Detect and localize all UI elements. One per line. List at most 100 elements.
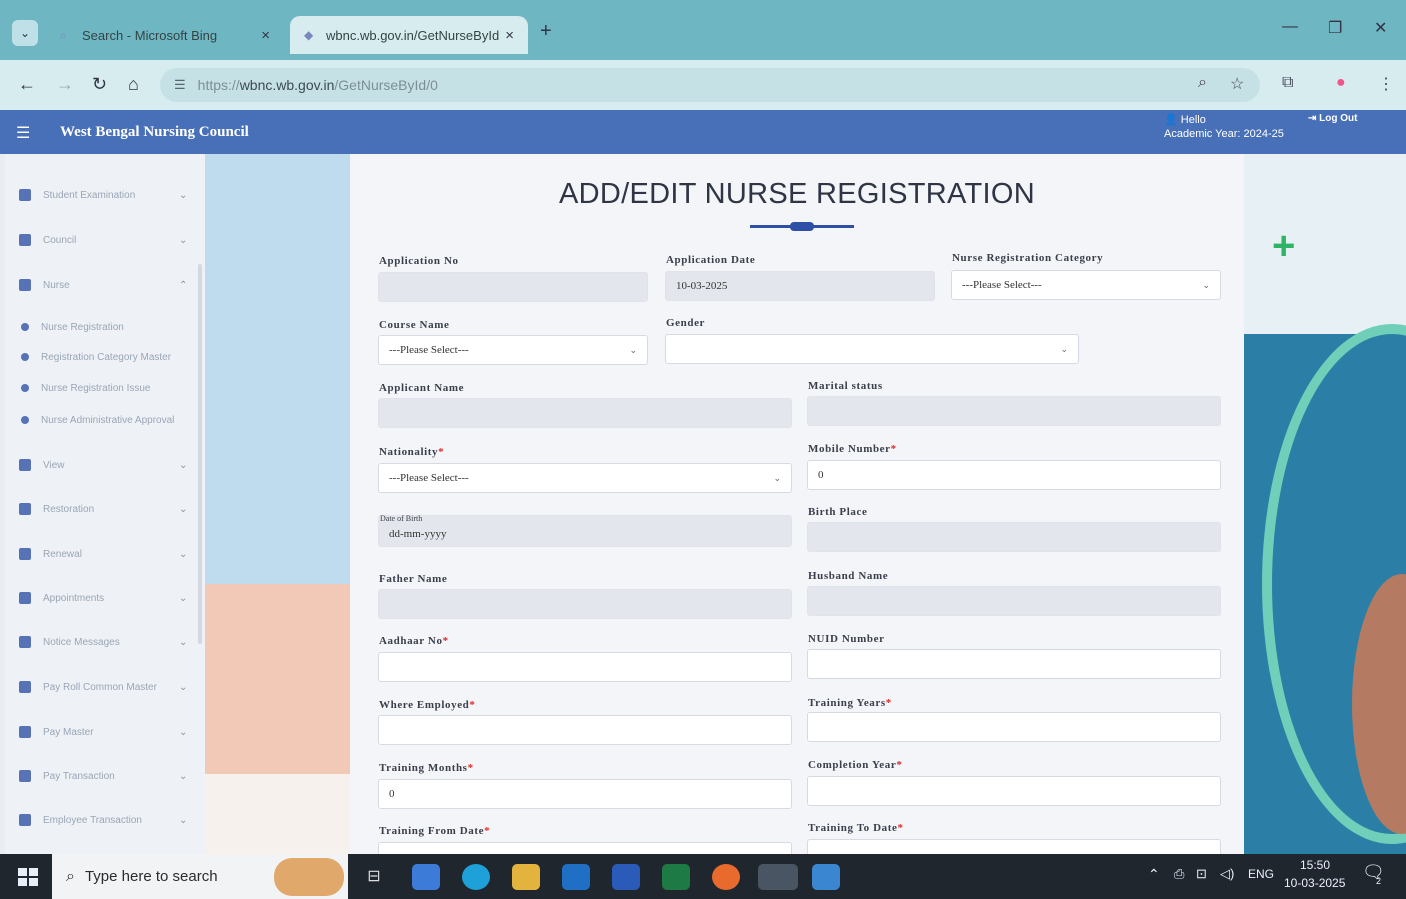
clock-date[interactable]: 10-03-2025 [1284,876,1345,890]
required-mark: * [885,697,892,709]
course-name-select[interactable]: ---Please Select--- ⌄ [378,335,648,365]
gender-select[interactable]: ⌄ [665,334,1079,364]
tray-device-icon[interactable]: ⎙ [1174,866,1184,882]
sidebar-subitem-label: Nurse Administrative Approval [41,414,175,426]
birth-place-label: Birth Place [808,506,868,518]
nuid-number-field[interactable] [807,649,1221,679]
sidebar-subitem-registration-category[interactable]: Registration Category Master [5,345,195,369]
father-name-field[interactable] [378,589,792,619]
sidebar-subitem-registration-issue[interactable]: Nurse Registration Issue [5,376,195,400]
copilot-icon[interactable] [412,864,440,890]
network-icon[interactable]: ⊡ [1196,866,1207,882]
address-bar[interactable]: ☰ https:// wbnc.wb.gov.in /GetNurseById/… [160,68,1260,102]
completion-year-field[interactable] [807,776,1221,806]
more-menu-icon[interactable]: ⋮ [1378,74,1394,94]
sidebar-item-restoration[interactable]: Restoration ⌄ [5,494,195,524]
user-greeting[interactable]: 👤 Hello [1164,113,1206,126]
chevron-down-icon: ⌄ [179,189,188,201]
nationality-select[interactable]: ---Please Select--- ⌄ [378,463,792,493]
file-explorer-icon[interactable] [512,864,540,890]
new-tab-button[interactable]: + [540,20,552,43]
back-icon[interactable]: ← [18,74,36,95]
training-months-value: 0 [389,788,395,800]
profile-avatar[interactable]: ● [1336,74,1346,92]
language-indicator[interactable]: ENG [1248,867,1274,881]
clock-time[interactable]: 15:50 [1300,858,1330,872]
edge-icon[interactable] [462,864,490,890]
sidebar-item-employee-transaction[interactable]: Employee Transaction ⌄ [5,805,195,835]
chrome-icon[interactable] [758,864,798,890]
close-icon[interactable]: × [505,27,514,44]
outlook-icon[interactable] [562,864,590,890]
sidebar-item-label: Student Examination [43,189,136,201]
tray-overflow-icon[interactable]: ⌃ [1148,866,1160,883]
windows-start-icon[interactable] [18,868,38,886]
hamburger-menu-icon[interactable]: ☰ [16,123,30,143]
notification-icon[interactable]: 🗨 [1362,862,1385,883]
extensions-icon[interactable]: ⧉ [1282,74,1293,92]
reload-icon[interactable]: ↻ [92,74,107,95]
star-icon[interactable]: ☆ [1230,74,1244,94]
volume-icon[interactable]: ◁) [1220,866,1234,882]
training-months-label: Training Months* [379,762,474,774]
restore-icon[interactable]: ❐ [1328,18,1342,38]
sidebar-subitem-nurse-registration[interactable]: Nurse Registration [5,315,195,339]
sidebar-item-pay-transaction[interactable]: Pay Transaction ⌄ [5,761,195,791]
background-light [1242,154,1406,334]
taskbar-search-input[interactable]: ⌕ Type here to search [52,854,348,899]
aadhaar-no-field[interactable] [378,652,792,682]
chevron-down-icon: ⌄ [179,814,188,826]
firefox-icon[interactable] [712,864,740,890]
sidebar-subitem-administrative-approval[interactable]: Nurse Administrative Approval [5,408,195,432]
excel-icon[interactable] [662,864,690,890]
site-favicon-icon: ◆ [304,28,314,42]
search-icon: ⌕ [60,28,67,42]
training-years-field[interactable] [807,712,1221,742]
where-employed-field[interactable] [378,715,792,745]
application-date-field[interactable]: 10-03-2025 [665,271,935,301]
mobile-number-field[interactable]: 0 [807,460,1221,490]
close-window-icon[interactable]: ✕ [1374,18,1387,38]
tab-bing-search[interactable]: ⌕ Search - Microsoft Bing × [46,16,284,54]
aadhaar-no-label: Aadhaar No* [379,635,449,647]
zoom-icon[interactable]: ⌕ [1198,74,1207,92]
word-icon[interactable] [612,864,640,890]
application-no-field[interactable] [378,272,648,302]
sidebar-item-appointments[interactable]: Appointments ⌄ [5,583,195,613]
applicant-name-field[interactable] [378,398,792,428]
home-icon[interactable]: ⌂ [128,74,139,95]
registration-category-select[interactable]: ---Please Select--- ⌄ [951,270,1221,300]
husband-name-field[interactable] [807,586,1221,616]
sidebar-item-pay-master[interactable]: Pay Master ⌄ [5,717,195,747]
module-icon [19,503,31,515]
sidebar-scrollbar[interactable] [198,264,202,644]
site-info-icon[interactable]: ☰ [174,77,186,93]
tab-search-menu-button[interactable]: ⌄ [12,20,38,46]
sidebar-item-notice-messages[interactable]: Notice Messages ⌄ [5,627,195,657]
minimize-icon[interactable]: — [1282,18,1298,36]
required-mark: * [442,635,449,647]
sidebar-item-council[interactable]: Council ⌄ [5,225,195,255]
sidebar-item-renewal[interactable]: Renewal ⌄ [5,539,195,569]
sidebar-item-view[interactable]: View ⌄ [5,450,195,480]
windows-taskbar: ⌕ Type here to search ⊟ ⌃ ⎙ ⊡ ◁) ENG 15:… [0,854,1406,899]
url-scheme: https:// [197,77,240,93]
dob-field[interactable]: Date of Birth dd-mm-yyyy [378,514,792,547]
forward-icon[interactable]: → [56,74,74,95]
add-plus-icon[interactable]: + [1272,226,1295,266]
tab-wbnc[interactable]: ◆ wbnc.wb.gov.in/GetNurseById × [290,16,528,54]
training-to-date-label: Training To Date* [808,822,904,834]
module-icon [19,459,31,471]
task-view-icon[interactable]: ⊟ [360,864,388,890]
sidebar-item-nurse[interactable]: Nurse ⌃ [5,270,195,300]
marital-status-field[interactable] [807,396,1221,426]
birth-place-field[interactable] [807,522,1221,552]
photos-icon[interactable] [812,864,840,890]
training-months-field[interactable]: 0 [378,779,792,809]
sidebar-item-student-examination[interactable]: Student Examination ⌄ [5,180,195,210]
logout-button[interactable]: ⇥ Log Out [1308,113,1358,124]
close-icon[interactable]: × [261,27,270,44]
training-from-date-label: Training From Date* [379,825,491,837]
chevron-down-icon: ⌄ [179,459,188,471]
sidebar-item-pay-roll-common-master[interactable]: Pay Roll Common Master ⌄ [5,672,195,702]
